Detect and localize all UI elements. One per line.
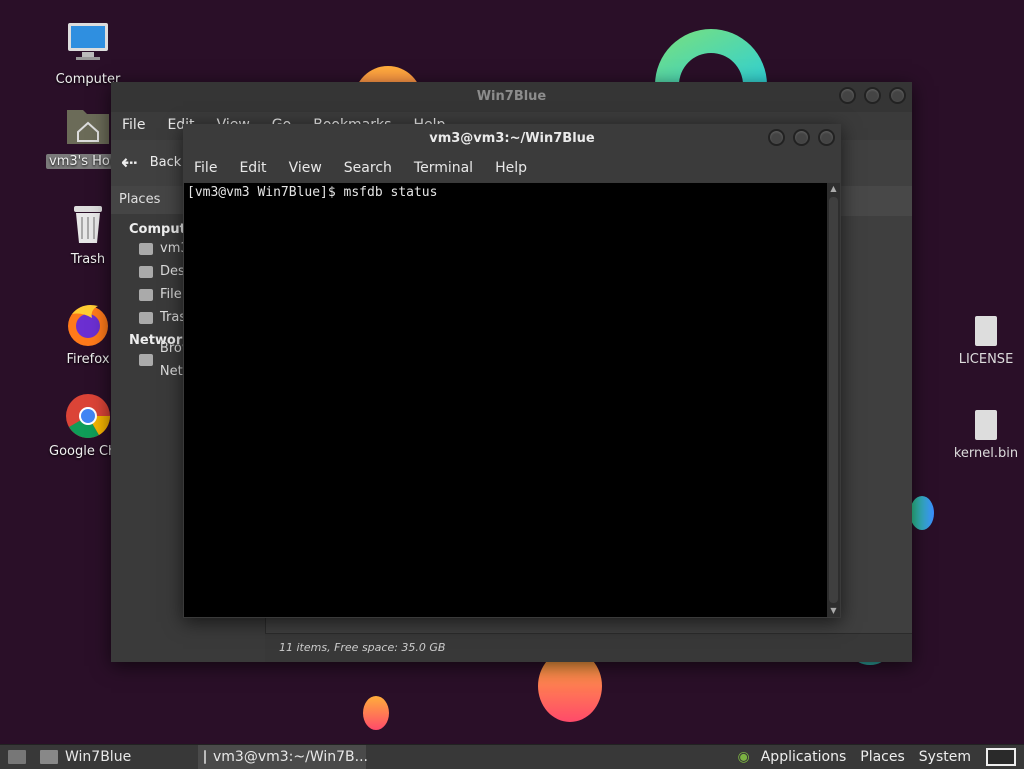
window-title: Win7Blue <box>476 89 547 104</box>
maximize-button[interactable] <box>793 129 810 146</box>
taskbar-item-label: Win7Blue <box>65 749 132 765</box>
menu-file[interactable]: File <box>183 160 228 176</box>
menu-edit[interactable]: Edit <box>228 160 277 176</box>
taskbar-item-label: vm3@vm3:~/Win7B... <box>213 749 368 765</box>
maximize-button[interactable] <box>864 87 881 104</box>
file-icon <box>975 410 997 440</box>
minimize-button[interactable] <box>839 87 856 104</box>
trash-icon <box>64 200 112 248</box>
drive-icon <box>139 288 153 301</box>
menu-places[interactable]: Places <box>853 749 912 765</box>
desktop-icon-label: Firefox <box>66 352 110 367</box>
menu-system[interactable]: System <box>912 749 978 765</box>
terminal-titlebar[interactable]: vm3@vm3:~/Win7Blue <box>183 124 841 154</box>
show-desktop-icon <box>8 750 26 764</box>
workspace-switcher[interactable] <box>978 748 1024 766</box>
trash-icon <box>139 311 153 324</box>
file-label: kernel.bin <box>953 446 1019 461</box>
menu-applications[interactable]: Applications <box>754 749 854 765</box>
scrollbar-thumb[interactable] <box>829 197 838 603</box>
menu-file[interactable]: File <box>111 117 156 133</box>
file-label: LICENSE <box>958 352 1014 367</box>
minimize-button[interactable] <box>768 129 785 146</box>
desktop-icon-label: Trash <box>70 252 106 267</box>
scroll-up-icon[interactable]: ▲ <box>828 183 839 195</box>
applications-logo-icon: ◉ <box>737 749 750 765</box>
desktop-icon-computer[interactable]: Computer <box>46 20 130 87</box>
menu-help[interactable]: Help <box>484 160 538 176</box>
home-icon <box>139 242 153 255</box>
scroll-down-icon[interactable]: ▼ <box>828 605 839 617</box>
back-arrow-icon: ⇠ <box>121 150 138 174</box>
terminal-window: vm3@vm3:~/Win7Blue File Edit View Search… <box>183 124 841 618</box>
file-manager-titlebar[interactable]: Win7Blue <box>111 82 912 112</box>
taskbar-item-terminal[interactable]: vm3@vm3:~/Win7B... <box>198 745 368 769</box>
terminal-menubar: File Edit View Search Terminal Help <box>183 154 841 182</box>
home-folder-icon <box>64 102 112 150</box>
file-item-kernel[interactable]: kernel.bin <box>946 410 1024 461</box>
window-title: vm3@vm3:~/Win7Blue <box>429 131 595 146</box>
chrome-icon <box>64 392 112 440</box>
panel-menus: ◉ Applications Places System <box>738 745 1024 769</box>
file-item-license[interactable]: LICENSE <box>956 316 1016 367</box>
close-button[interactable] <box>889 87 906 104</box>
taskbar: Win7Blue vm3@vm3:~/Win7B... ◉ Applicatio… <box>0 744 1024 769</box>
terminal-line: [vm3@vm3 Win7Blue]$ msfdb status <box>187 185 438 200</box>
desktop-icon <box>139 265 153 278</box>
close-button[interactable] <box>818 129 835 146</box>
menu-terminal[interactable]: Terminal <box>403 160 484 176</box>
computer-icon <box>64 20 112 68</box>
menu-search[interactable]: Search <box>333 160 403 176</box>
terminal-screen[interactable]: [vm3@vm3 Win7Blue]$ msfdb status <box>184 183 827 617</box>
folder-icon <box>40 750 58 764</box>
menu-view[interactable]: View <box>278 160 333 176</box>
terminal-scrollbar[interactable]: ▲ ▼ <box>827 183 840 617</box>
back-label: Back <box>149 154 182 170</box>
status-bar: 11 items, Free space: 35.0 GB <box>265 633 912 662</box>
firefox-icon <box>64 300 112 348</box>
back-button[interactable]: ⇠ Back <box>121 150 181 174</box>
workspace-icon <box>986 748 1016 766</box>
network-icon <box>139 353 153 366</box>
file-icon <box>975 316 997 346</box>
show-desktop-button[interactable] <box>0 745 34 769</box>
terminal-icon <box>204 750 206 764</box>
taskbar-item-file-manager[interactable]: Win7Blue <box>34 745 198 769</box>
